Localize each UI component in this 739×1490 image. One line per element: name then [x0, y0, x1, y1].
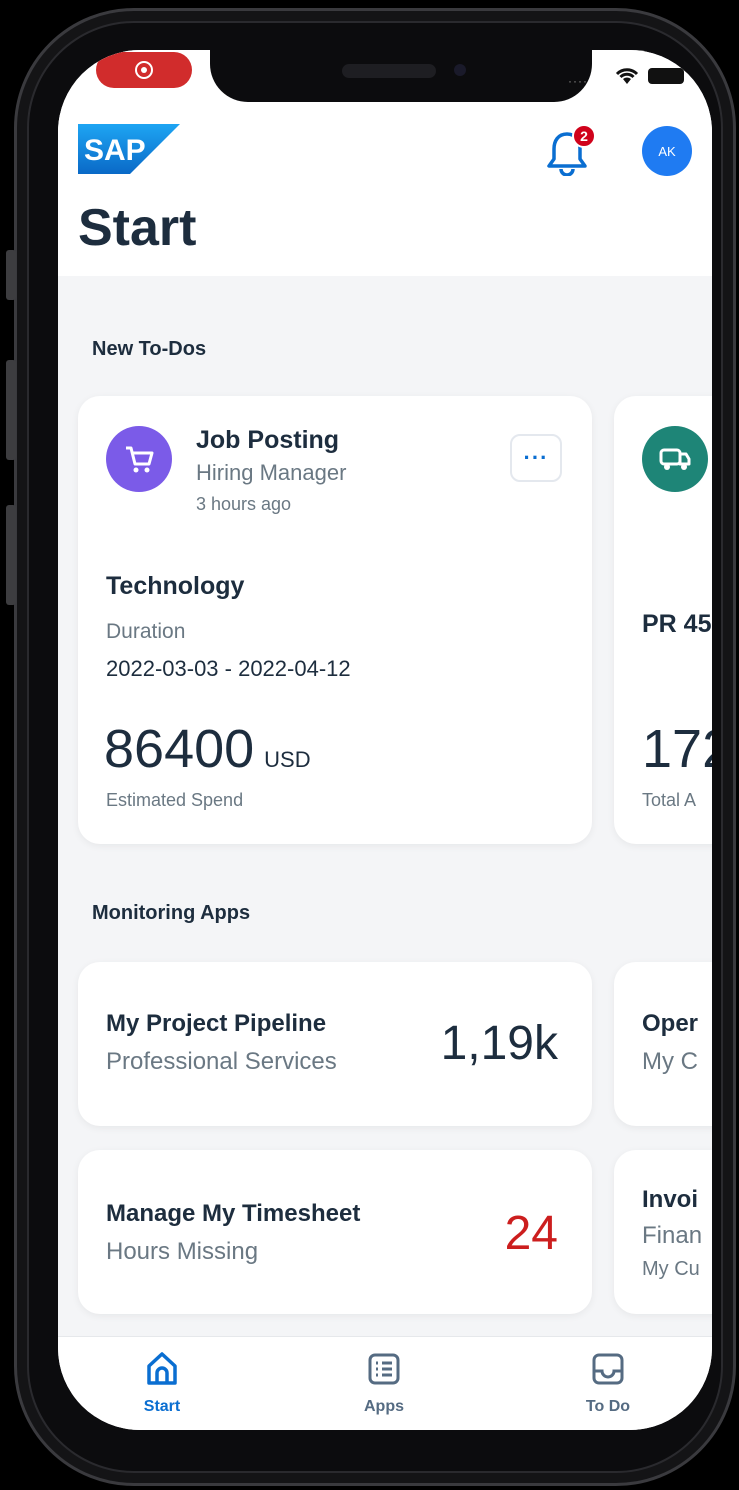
app-card-open[interactable]: Oper My C: [614, 962, 712, 1126]
battery-icon: [648, 68, 684, 84]
bottom-tab-bar: Start Apps To Do: [58, 1336, 712, 1430]
section-title-monitoring-apps: Monitoring Apps: [92, 902, 251, 924]
mute-switch: [6, 250, 16, 300]
more-options-button[interactable]: ···: [510, 434, 562, 482]
svg-text:SAP: SAP: [84, 134, 146, 167]
total-amount: 172: [642, 719, 712, 779]
amount-currency: USD: [264, 747, 311, 772]
notification-badge: 2: [572, 124, 596, 148]
todo-card-job-posting[interactable]: Job Posting Hiring Manager 3 hours ago ·…: [78, 396, 592, 844]
tab-label: Apps: [364, 1398, 404, 1415]
todo-card-purchase-request[interactable]: PR 45 172 Total A: [614, 396, 712, 844]
app-card-invoices[interactable]: Invoi Finan My Cu: [614, 1150, 712, 1314]
section-title-new-todos: New To-Dos: [92, 338, 207, 360]
app-card-subtitle: Hours Missing: [106, 1238, 259, 1265]
tab-to-do[interactable]: To Do: [548, 1349, 668, 1416]
estimated-spend-amount: 86400 USD: [104, 718, 311, 780]
user-avatar[interactable]: AK: [642, 126, 692, 176]
notch: [210, 50, 592, 102]
app-card-title: My Project Pipeline: [106, 1010, 327, 1037]
todo-subtitle: Hiring Manager: [196, 460, 347, 485]
front-camera: [454, 64, 466, 76]
todo-icon-circle: [642, 426, 708, 492]
amount-value: 86400: [104, 719, 255, 779]
app-card-manage-timesheet[interactable]: Manage My Timesheet Hours Missing 24: [78, 1150, 592, 1314]
tab-label: Start: [143, 1398, 181, 1415]
page-title: Start: [78, 199, 197, 257]
app-card-title: Oper: [642, 1010, 699, 1037]
screen-recording-indicator: [96, 52, 192, 88]
app-card-subtitle: My C: [642, 1048, 698, 1075]
apps-list-icon: [368, 1353, 400, 1385]
inbox-icon: [592, 1353, 624, 1385]
todo-category: PR 45: [642, 610, 712, 638]
app-card-subtitle-2: My Cu: [642, 1258, 700, 1280]
app-card-subtitle: Finan: [642, 1222, 703, 1249]
record-icon: [135, 61, 153, 79]
home-icon: [147, 1352, 177, 1385]
truck-icon: [659, 448, 691, 470]
amount-label: Estimated Spend: [106, 790, 244, 810]
todo-title: Job Posting: [196, 426, 340, 454]
app-screen: ···· SAP 2 AK Start New To-Dos Job Posti…: [58, 50, 712, 1430]
amount-label: Total A: [642, 790, 697, 810]
cellular-signal-icon: ····: [568, 74, 588, 88]
app-card-title: Manage My Timesheet: [106, 1200, 361, 1227]
todo-category: Technology: [106, 572, 245, 600]
app-card-kpi-value: 1,19k: [440, 1017, 558, 1070]
tab-start[interactable]: Start: [102, 1349, 222, 1416]
todo-time: 3 hours ago: [196, 494, 292, 514]
tab-label: To Do: [585, 1398, 631, 1415]
volume-down-button: [6, 505, 16, 605]
duration-value: 2022-03-03 - 2022-04-12: [106, 656, 351, 681]
app-card-kpi-value: 24: [504, 1207, 558, 1260]
sap-logo: SAP: [78, 124, 180, 174]
app-card-title: Invoi: [642, 1186, 699, 1213]
cart-icon: [126, 446, 154, 473]
app-card-subtitle: Professional Services: [106, 1048, 337, 1075]
tab-apps[interactable]: Apps: [324, 1349, 444, 1416]
todo-icon-circle: [106, 426, 172, 492]
duration-label: Duration: [106, 620, 186, 643]
wifi-icon: [615, 68, 639, 84]
app-card-project-pipeline[interactable]: My Project Pipeline Professional Service…: [78, 962, 592, 1126]
volume-up-button: [6, 360, 16, 460]
speaker: [342, 64, 436, 78]
